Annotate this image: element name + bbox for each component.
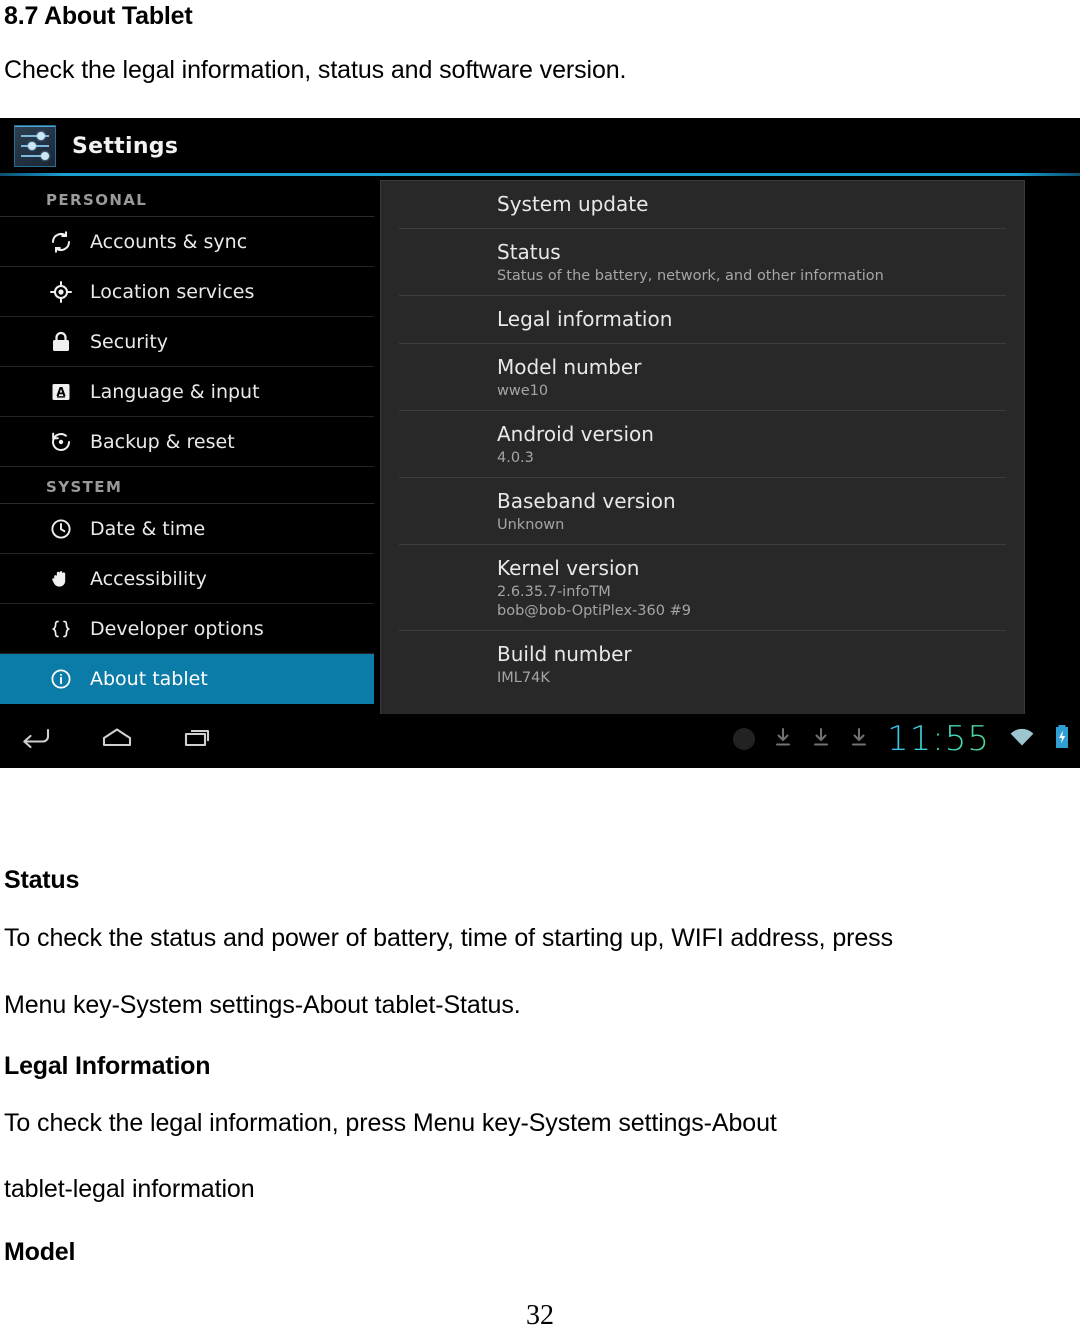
download-icon[interactable]	[811, 726, 831, 752]
detail-row-subtitle: 2.6.35.7-infoTM bob@bob-OptiPlex-360 #9	[497, 584, 691, 619]
action-bar: Settings	[0, 118, 1080, 174]
sidebar-item-developer-options[interactable]: Developer options	[0, 604, 374, 654]
sidebar-item-label: Developer options	[90, 617, 264, 640]
sidebar-item-label: Date & time	[90, 517, 206, 540]
detail-row-subtitle: IML74K	[497, 670, 550, 686]
sidebar-item-location-services[interactable]: Location services	[0, 267, 374, 317]
info-circle-icon	[46, 664, 76, 694]
legal-paragraph-line-2: tablet-legal information	[4, 1175, 255, 1203]
legal-information-heading: Legal Information	[4, 1052, 211, 1080]
system-navigation-bar: 11:55	[0, 714, 1080, 768]
detail-row-title: Baseband version	[497, 489, 676, 513]
detail-row-legal-information[interactable]: Legal information	[399, 296, 1006, 344]
download-icon[interactable]	[773, 726, 793, 752]
section-title: 8.7 About Tablet	[4, 2, 193, 30]
action-bar-divider	[0, 173, 1080, 176]
back-icon[interactable]	[18, 724, 52, 754]
sidebar-item-label: Accounts & sync	[90, 230, 248, 253]
detail-row-title: Build number	[497, 642, 632, 666]
sidebar-item-label: Accessibility	[90, 567, 207, 590]
app-title: Settings	[72, 133, 179, 159]
detail-row-subtitle: 4.0.3	[497, 450, 534, 466]
home-icon[interactable]	[100, 724, 134, 754]
backup-restore-icon	[46, 427, 76, 457]
sidebar-item-label: About tablet	[90, 668, 208, 690]
detail-row-subtitle: wwe10	[497, 383, 549, 399]
sidebar-item-label: Language & input	[90, 380, 260, 403]
status-tray: 11:55	[733, 721, 1070, 757]
page-number: 32	[526, 1300, 554, 1331]
detail-row-title: Model number	[497, 355, 642, 379]
status-bar-clock[interactable]: 11:55	[887, 721, 990, 757]
sidebar-item-label: Security	[90, 330, 169, 353]
status-paragraph-line-1: To check the status and power of battery…	[4, 924, 893, 952]
sidebar-group-label-personal: PERSONAL	[0, 180, 374, 217]
navigation-buttons	[18, 724, 216, 754]
detail-row-subtitle: Status of the battery, network, and othe…	[497, 268, 884, 284]
sidebar-item-security[interactable]: Security	[0, 317, 374, 367]
detail-row-android-version[interactable]: Android version 4.0.3	[399, 411, 1006, 478]
detail-row-title: Android version	[497, 422, 654, 446]
sidebar-group-label-system: SYSTEM	[0, 467, 374, 504]
detail-row-kernel-version[interactable]: Kernel version 2.6.35.7-infoTM bob@bob-O…	[399, 545, 1006, 631]
detail-row-title: Kernel version	[497, 556, 640, 580]
lock-icon	[46, 327, 76, 357]
detail-row-system-update[interactable]: System update	[399, 181, 1006, 229]
tablet-screenshot-figure: Settings PERSONAL Accounts & sync Locati…	[0, 118, 1080, 768]
dim-circle-icon[interactable]	[733, 728, 756, 750]
wifi-icon[interactable]	[1008, 725, 1036, 753]
braces-icon	[46, 614, 76, 644]
intro-paragraph: Check the legal information, status and …	[4, 56, 627, 84]
detail-row-title: Status	[497, 240, 561, 264]
about-tablet-detail-list[interactable]: System update Status Status of the batte…	[380, 180, 1025, 768]
sidebar-item-label: Backup & reset	[90, 430, 235, 453]
sidebar-item-accounts-sync[interactable]: Accounts & sync	[0, 217, 374, 267]
settings-sliders-icon	[14, 125, 56, 167]
keyboard-letter-icon: A	[46, 377, 76, 407]
sidebar-item-label: Location services	[90, 280, 255, 303]
location-icon	[46, 277, 76, 307]
status-heading: Status	[4, 866, 80, 894]
detail-row-build-number[interactable]: Build number IML74K	[399, 631, 1006, 697]
detail-row-title: System update	[497, 192, 649, 216]
sync-icon	[46, 227, 76, 257]
settings-sidebar: PERSONAL Accounts & sync Location servic…	[0, 180, 378, 704]
sidebar-item-about-tablet[interactable]: About tablet	[0, 654, 374, 704]
sidebar-item-accessibility[interactable]: Accessibility	[0, 554, 374, 604]
download-icon[interactable]	[849, 726, 869, 752]
detail-row-subtitle: Unknown	[497, 517, 565, 533]
sidebar-item-backup-reset[interactable]: Backup & reset	[0, 417, 374, 467]
status-paragraph-line-2: Menu key-System settings-About tablet-St…	[4, 991, 521, 1019]
sidebar-item-language-input[interactable]: A Language & input	[0, 367, 374, 417]
detail-row-baseband-version[interactable]: Baseband version Unknown	[399, 478, 1006, 545]
legal-paragraph-line-1: To check the legal information, press Me…	[4, 1109, 777, 1137]
sidebar-item-date-time[interactable]: Date & time	[0, 504, 374, 554]
hand-icon	[46, 564, 76, 594]
clock-icon	[46, 514, 76, 544]
battery-charging-icon[interactable]	[1054, 724, 1070, 754]
detail-row-status[interactable]: Status Status of the battery, network, a…	[399, 229, 1006, 296]
model-heading: Model	[4, 1238, 76, 1266]
detail-row-model-number[interactable]: Model number wwe10	[399, 344, 1006, 411]
settings-content: PERSONAL Accounts & sync Location servic…	[0, 180, 1080, 768]
recent-apps-icon[interactable]	[182, 724, 216, 754]
detail-row-title: Legal information	[497, 307, 673, 331]
